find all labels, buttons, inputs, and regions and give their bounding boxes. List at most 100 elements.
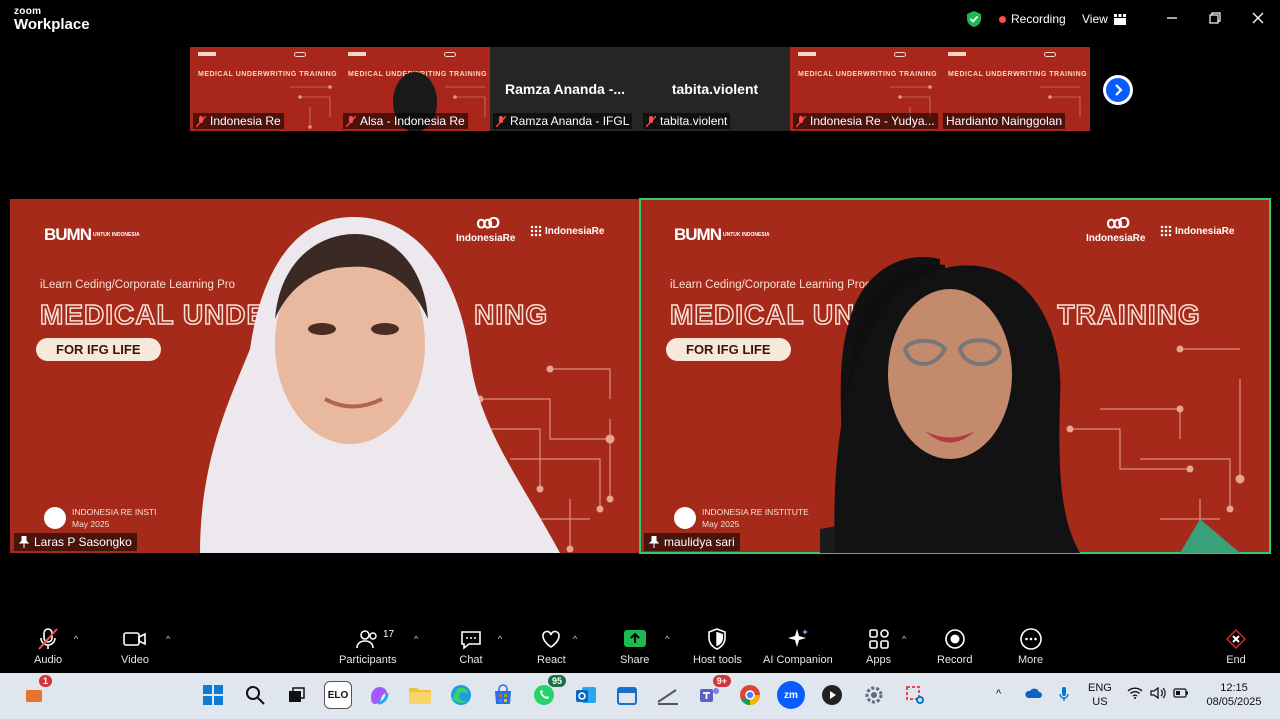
title-bar: zoom Workplace Recording View (0, 0, 1280, 40)
widgets-icon[interactable]: 1 (20, 675, 52, 709)
share-button[interactable]: Share (620, 627, 649, 666)
video-tile-right-active-speaker[interactable]: BUMN UNTUK INDONESIA ꝏO IndonesiaRe Indone… (639, 198, 1271, 554)
copilot-icon[interactable] (365, 681, 393, 709)
whatsapp-icon[interactable]: 95 (530, 675, 566, 709)
chat-options-caret-icon[interactable]: ^ (498, 634, 502, 644)
participant-strip: MEDICAL UNDERWRITING TRAINING Indonesia … (190, 47, 1090, 131)
chrome-icon[interactable] (736, 681, 764, 709)
chevron-right-icon (1115, 84, 1123, 96)
share-screen-icon (623, 630, 646, 647)
react-options-caret-icon[interactable]: ^ (573, 634, 577, 644)
apps-options-caret-icon[interactable]: ^ (902, 634, 906, 644)
thumbnail-tile[interactable]: Ramza Ananda -... Ramza Ananda - IFGL (490, 47, 640, 131)
teams-badge: 9+ (712, 675, 731, 687)
logo-large-text: Workplace (14, 16, 90, 33)
muted-mic-icon (38, 628, 58, 650)
record-icon (944, 629, 965, 649)
minimize-icon[interactable] (1164, 10, 1180, 26)
recording-dot-icon (999, 15, 1006, 23)
thumbnail-tile[interactable]: tabita.violent tabita.violent (640, 47, 790, 131)
security-shield-icon[interactable] (965, 10, 983, 28)
participant-name: Hardianto Nainggolan (943, 113, 1066, 129)
view-button[interactable]: View (1082, 12, 1126, 26)
grid-view-icon (1113, 13, 1126, 25)
ruler-tool-icon[interactable] (654, 681, 682, 709)
host-shield-icon (708, 628, 727, 650)
media-player-icon[interactable] (818, 681, 846, 709)
chat-button[interactable]: Chat (459, 627, 483, 666)
meeting-toolbar: Audio ^ Video ^ Participants 17 ^ Chat ^… (0, 620, 1280, 673)
participant-name-label: Indonesia Re (210, 114, 281, 128)
participant-video-person (820, 257, 1240, 553)
participant-name-label: Hardianto Nainggolan (946, 114, 1063, 128)
restore-icon[interactable] (1207, 10, 1223, 26)
edge-browser-icon[interactable] (447, 681, 475, 709)
audio-options-caret-icon[interactable]: ^ (74, 634, 78, 644)
battery-icon[interactable] (1173, 687, 1189, 703)
thumbnail-tile[interactable]: MEDICAL UNDERWRITING TRAINING Hardianto … (940, 47, 1090, 131)
keyboard-region: US (1092, 696, 1108, 708)
microphone-tray-icon[interactable] (1058, 686, 1070, 706)
elo-label: ELO (327, 689, 349, 701)
chat-bubble-icon (461, 631, 481, 650)
teams-icon[interactable]: 9+ (695, 675, 731, 709)
share-options-caret-icon[interactable]: ^ (665, 634, 669, 644)
close-icon[interactable] (1250, 10, 1266, 26)
volume-icon[interactable] (1150, 686, 1166, 703)
video-tile-left[interactable]: BUMN UNTUK INDONESIA ꝏO IndonesiaRe Indone… (10, 199, 639, 553)
host-tools-button[interactable]: Host tools (693, 627, 742, 666)
participants-count: 17 (383, 629, 395, 640)
participants-options-caret-icon[interactable]: ^ (414, 634, 418, 644)
participant-name-tag: Laras P Sasongko (14, 533, 137, 551)
thumbnail-tile[interactable]: MEDICAL UNDERWRITING TRAINING Alsa - Ind… (340, 47, 490, 131)
record-button[interactable]: Record (937, 627, 972, 666)
wifi-icon[interactable] (1127, 687, 1143, 703)
file-explorer-icon[interactable] (406, 681, 434, 709)
onedrive-cloud-icon[interactable] (1024, 686, 1042, 704)
notification-badge: 1 (38, 675, 52, 687)
view-label: View (1082, 12, 1108, 26)
microsoft-store-icon[interactable] (489, 681, 517, 709)
zoom-app-label: zm (784, 689, 798, 701)
snipping-tool-icon[interactable] (901, 681, 929, 709)
share-label: Share (620, 654, 650, 666)
participant-name: Indonesia Re - Yudya... (793, 113, 938, 129)
elo-app-icon[interactable]: ELO (324, 681, 352, 709)
calendar-app-icon[interactable] (613, 681, 641, 709)
event-footer: INDONESIA RE INSTITUTE May 2025 (674, 506, 809, 530)
more-button[interactable]: More (1018, 627, 1043, 666)
heart-icon (542, 630, 561, 648)
ai-companion-button[interactable]: AI Companion (763, 627, 833, 666)
search-icon[interactable] (241, 681, 269, 709)
sparkle-icon (787, 629, 808, 647)
muted-mic-icon (346, 115, 356, 127)
participant-name-label: maulidya sari (664, 535, 735, 549)
muted-mic-icon (796, 115, 806, 127)
audio-button[interactable]: Audio (34, 627, 62, 666)
audio-label: Audio (34, 654, 63, 666)
settings-gear-icon[interactable] (860, 681, 888, 709)
video-options-caret-icon[interactable]: ^ (166, 634, 170, 644)
participant-name: tabita.violent (643, 113, 731, 129)
thumbnail-tile[interactable]: MEDICAL UNDERWRITING TRAINING Indonesia … (190, 47, 340, 131)
start-windows-icon[interactable] (199, 681, 227, 709)
zoom-app-icon[interactable]: zm (777, 681, 805, 709)
video-label: Video (121, 654, 149, 666)
language-indicator[interactable]: ENG US (1088, 681, 1112, 709)
apps-button[interactable]: Apps (866, 627, 891, 666)
thumbnail-tile[interactable]: MEDICAL UNDERWRITING TRAINING Indonesia … (790, 47, 940, 131)
video-camera-icon (123, 632, 146, 646)
footer-line1: INDONESIA RE INSTITUTE (702, 507, 809, 517)
next-page-button[interactable] (1103, 75, 1133, 105)
task-view-icon[interactable] (282, 681, 310, 709)
participant-video-person (200, 216, 560, 553)
react-button[interactable]: React (537, 627, 566, 666)
clock[interactable]: 12:15 08/05/2025 (1204, 681, 1264, 709)
outlook-icon[interactable] (572, 681, 600, 709)
recording-indicator[interactable]: Recording (999, 12, 1066, 26)
video-button[interactable]: Video (121, 627, 149, 666)
tray-overflow-chevron-icon[interactable]: ^ (996, 687, 1001, 701)
end-button[interactable]: End (1224, 627, 1248, 666)
muted-mic-icon (196, 115, 206, 127)
more-dots-icon (1019, 628, 1042, 650)
